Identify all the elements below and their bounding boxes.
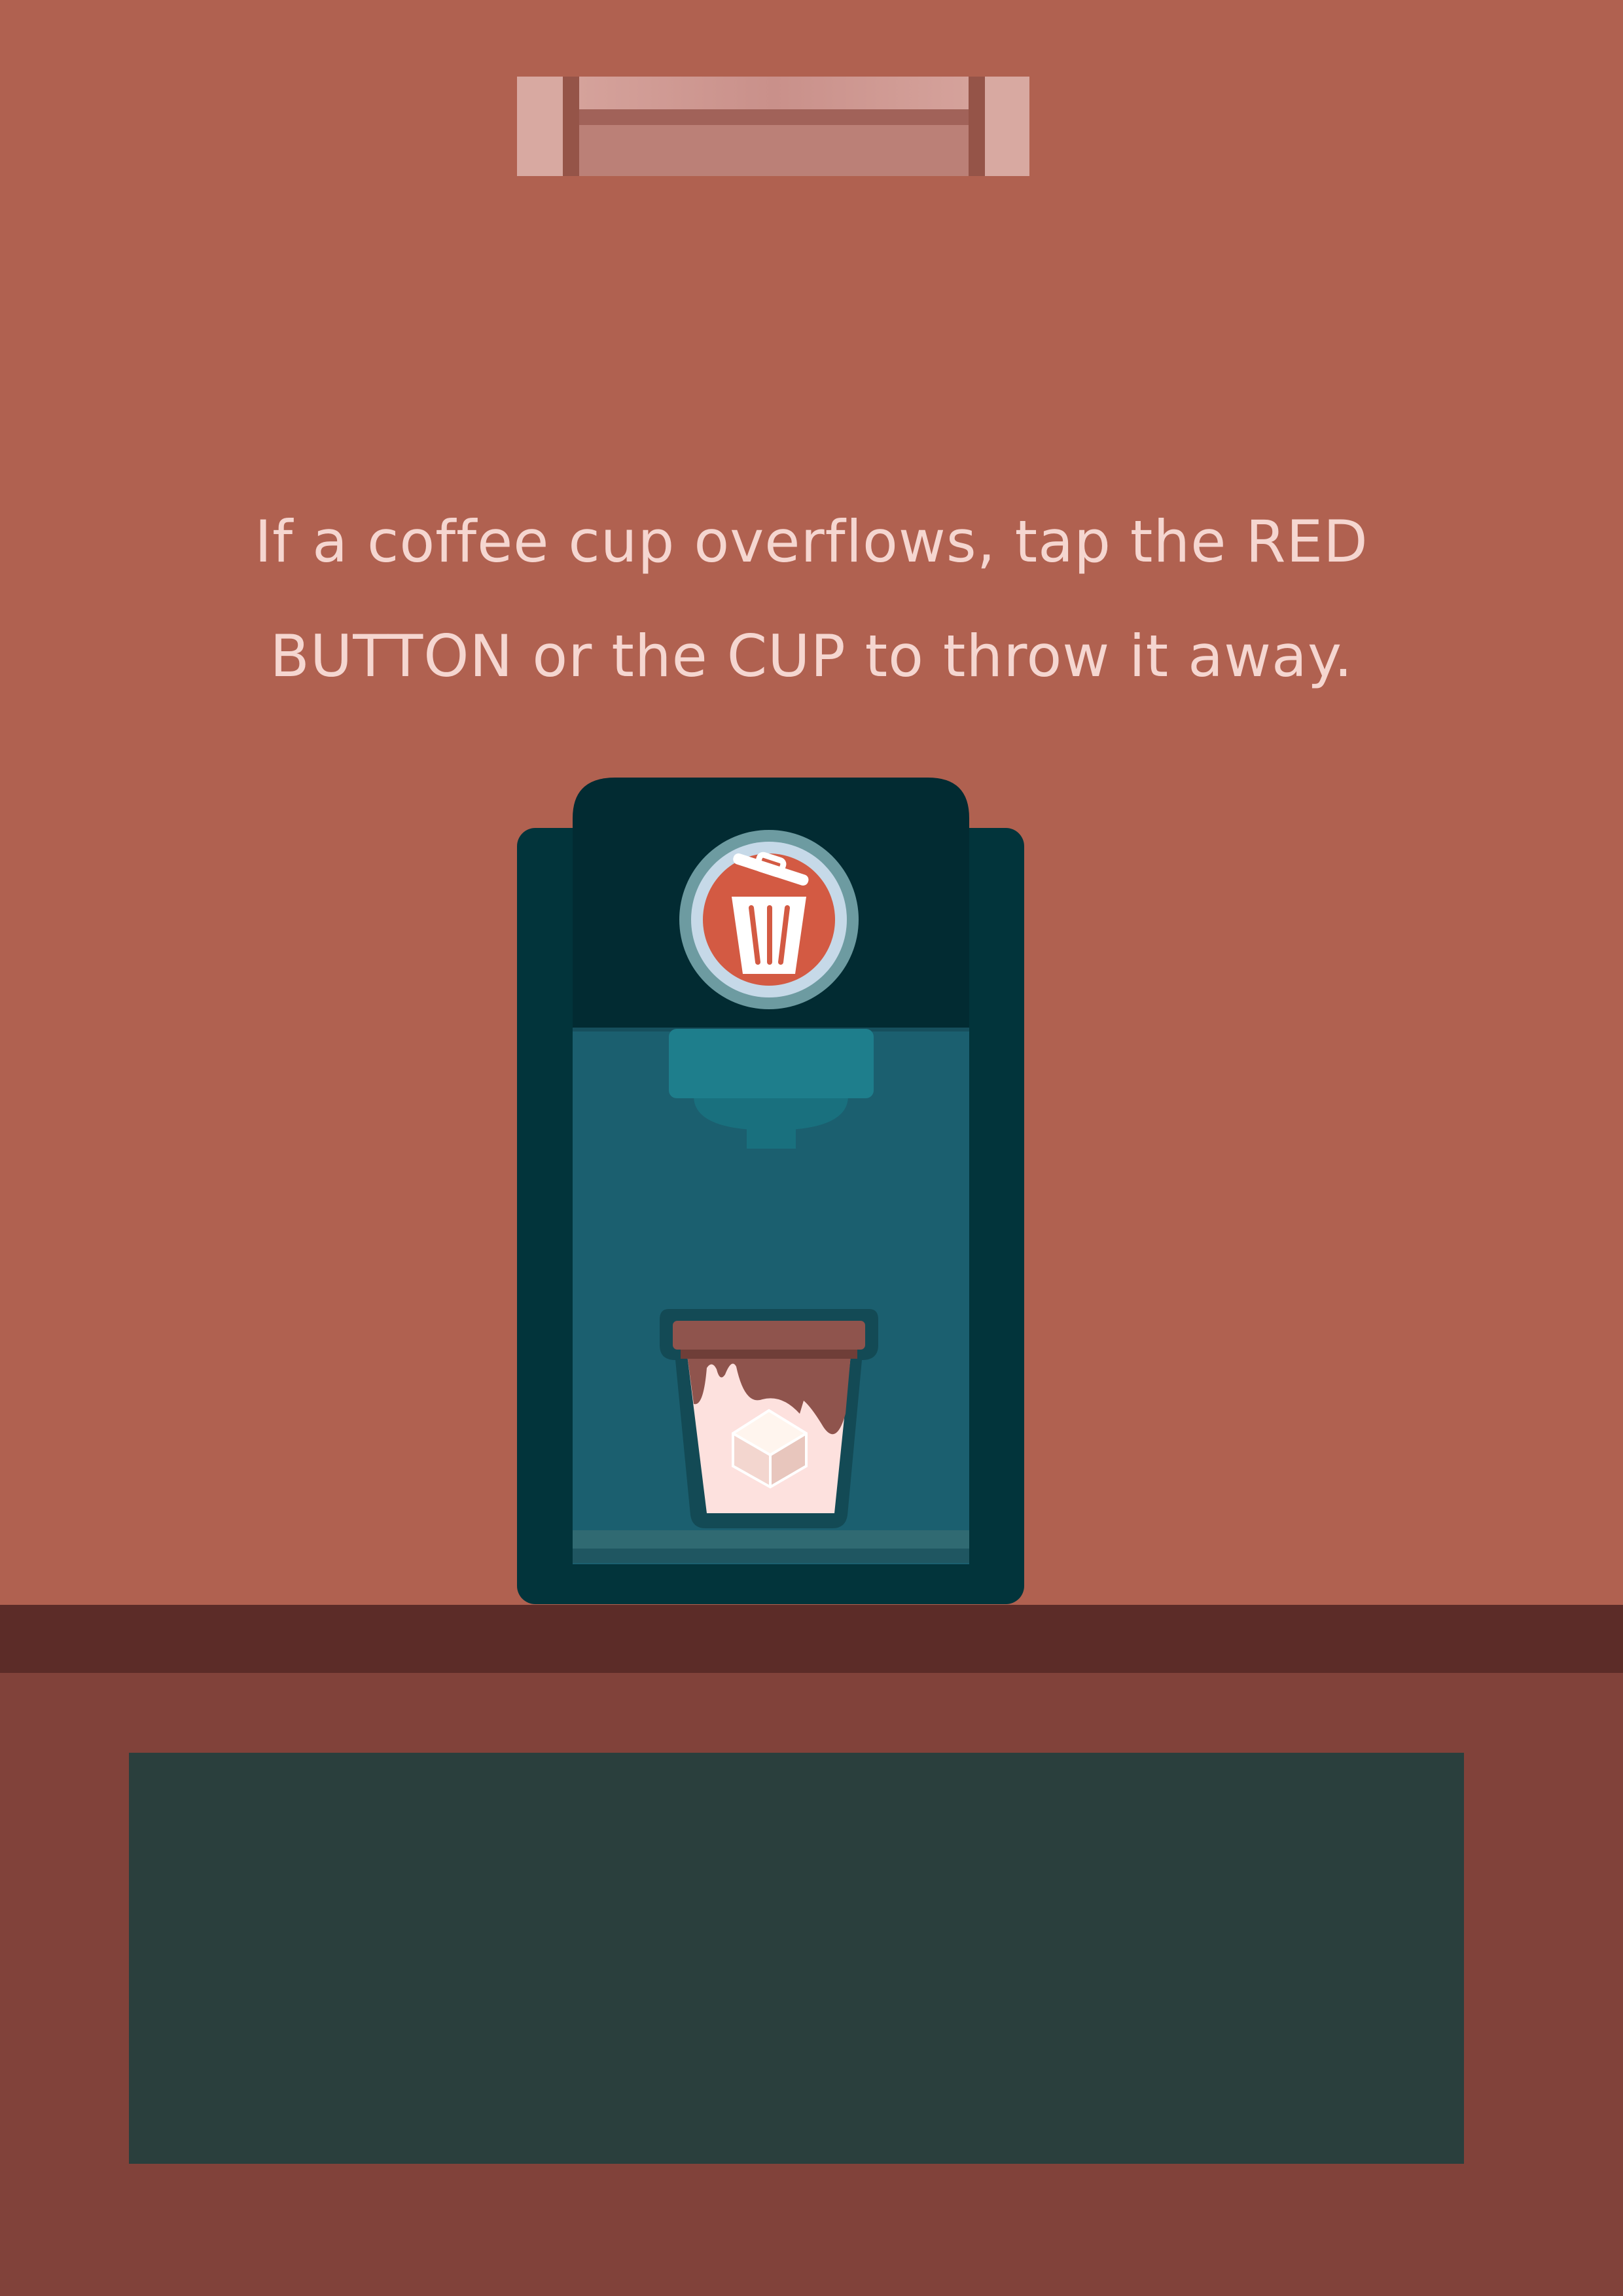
- game-scene: [0, 0, 1623, 2296]
- instruction-text: If a coffee cup overflows, tap the RED B…: [157, 484, 1466, 713]
- counter-top: [0, 1605, 1623, 1673]
- drip-tray: [573, 1530, 969, 1549]
- pause-handle-icon[interactable]: [517, 77, 1029, 176]
- counter-panel: [129, 1753, 1464, 2164]
- instruction-line-1: If a coffee cup overflows, tap the RED: [255, 508, 1368, 575]
- coffee-cup-icon[interactable]: [660, 1309, 878, 1528]
- red-trash-button[interactable]: [679, 830, 859, 1009]
- instruction-line-2: BUTTON or the CUP to throw it away.: [270, 622, 1353, 690]
